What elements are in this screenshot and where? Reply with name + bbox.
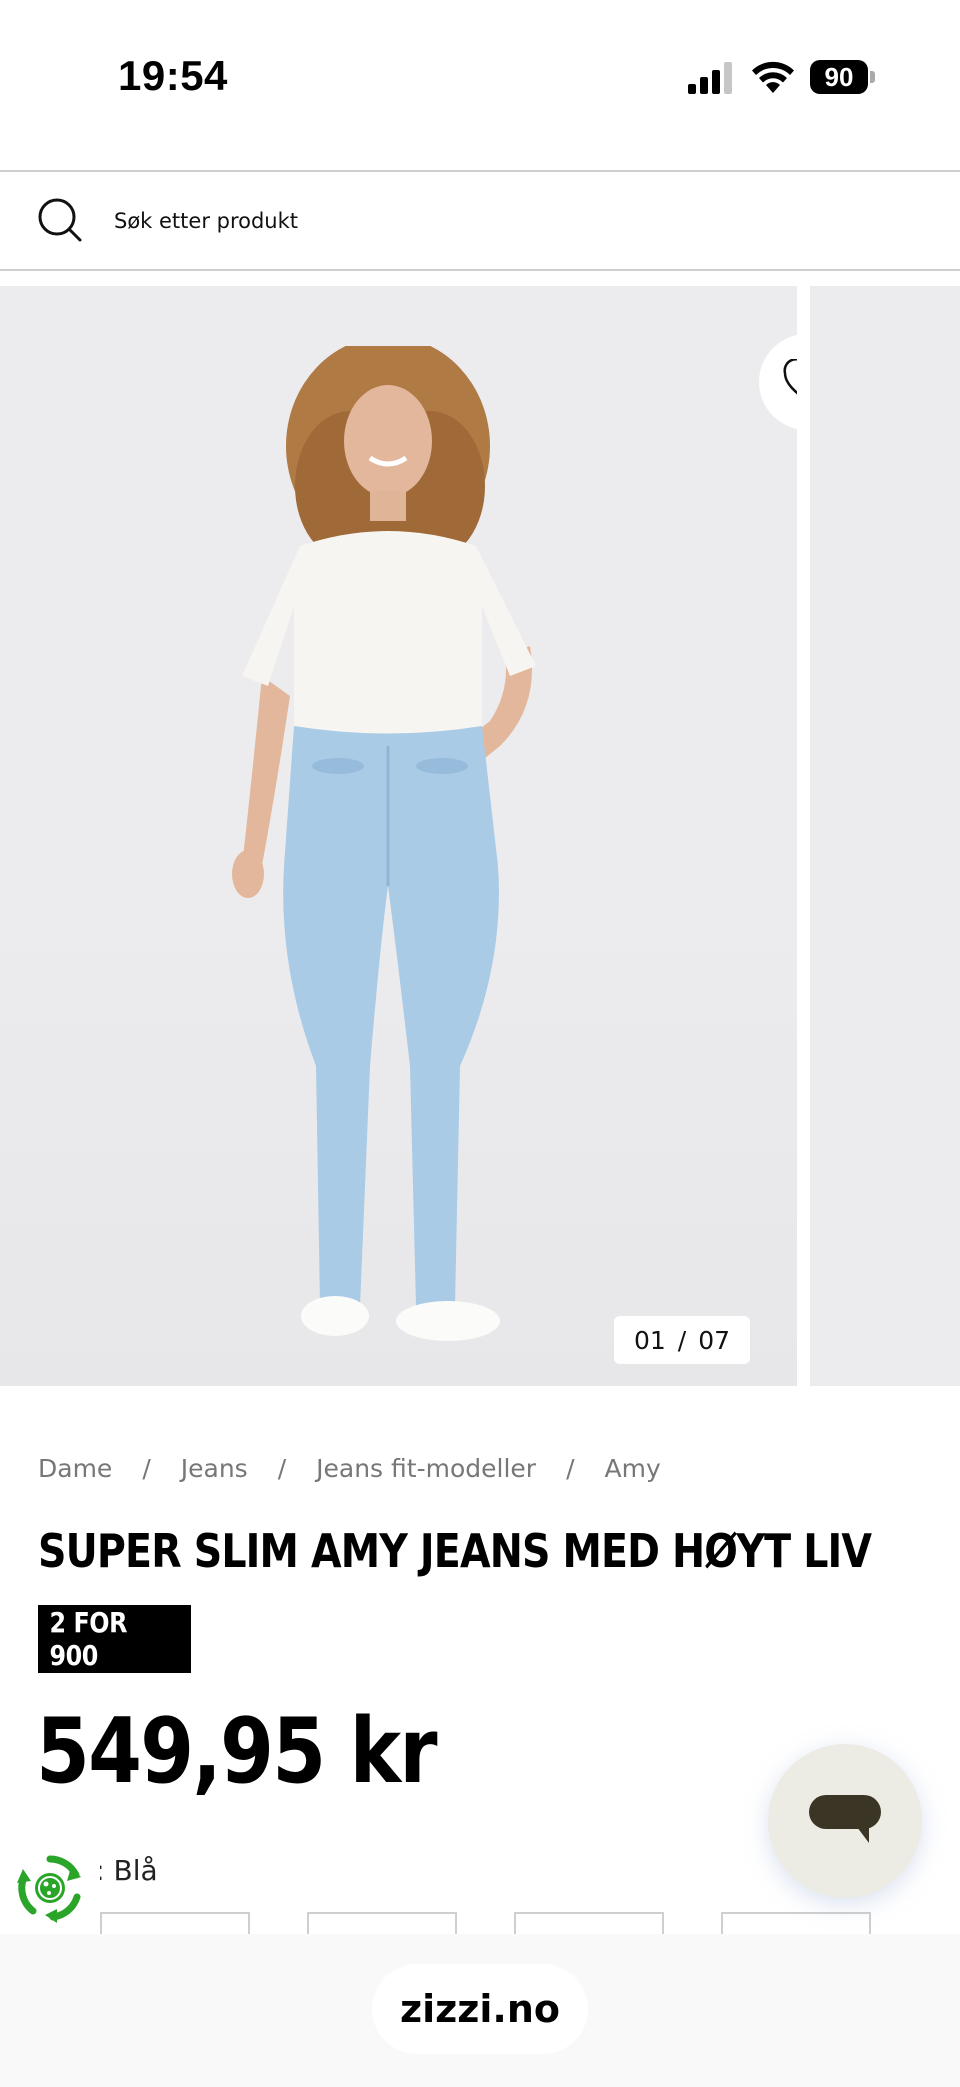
promo-badge: 2 FOR 900 [38, 1605, 191, 1673]
heart-icon [783, 359, 797, 395]
product-photo[interactable]: 01 / 07 [0, 286, 797, 1386]
chat-button[interactable] [768, 1744, 922, 1898]
recycle-icon [17, 1855, 81, 1923]
model-illustration [232, 346, 536, 1341]
product-title: SUPER SLIM AMY JEANS MED HØYT LIV [38, 1524, 872, 1578]
cellular-signal-icon [688, 62, 732, 94]
breadcrumb-separator: / [142, 1454, 151, 1483]
search-bar [0, 170, 960, 271]
chat-bubble-icon [809, 1795, 881, 1843]
wifi-icon [752, 61, 794, 93]
image-counter-current: 01 [633, 1325, 666, 1355]
image-counter-separator: / [677, 1325, 687, 1355]
status-time: 19:54 [118, 52, 228, 99]
browser-bottom-bar: zizzi.no [0, 1934, 960, 2087]
product-price: 549,95 kr [36, 1699, 438, 1804]
battery-level: 90 [810, 60, 868, 94]
image-counter-total: 07 [698, 1325, 731, 1355]
favorite-button[interactable] [759, 334, 797, 430]
promo-badge-label: 2 FOR 900 [49, 1606, 128, 1672]
breadcrumb-separator: / [566, 1454, 575, 1483]
search-icon[interactable] [36, 196, 84, 244]
url-bar[interactable]: zizzi.no [372, 1964, 588, 2054]
breadcrumb-amy[interactable]: Amy [605, 1454, 661, 1483]
battery-tip [870, 71, 875, 83]
product-gallery[interactable]: 01 / 07 [0, 286, 960, 1386]
search-input[interactable] [114, 196, 894, 246]
variant-options [100, 1912, 928, 1942]
next-photo-preview[interactable] [810, 286, 960, 1386]
eco-badge[interactable] [0, 1838, 100, 1938]
status-bar: 19:54 90 [0, 0, 960, 160]
breadcrumb-jeans[interactable]: Jeans [181, 1454, 248, 1483]
breadcrumb-separator: / [277, 1454, 287, 1483]
breadcrumb: Dame / Jeans / Jeans fit-modeller / Amy [38, 1454, 661, 1483]
battery-icon: 90 [810, 60, 876, 94]
breadcrumb-dame[interactable]: Dame [38, 1454, 112, 1483]
breadcrumb-jeans-fit-modeller[interactable]: Jeans fit-modeller [316, 1454, 536, 1483]
image-counter: 01 / 07 [614, 1316, 750, 1364]
